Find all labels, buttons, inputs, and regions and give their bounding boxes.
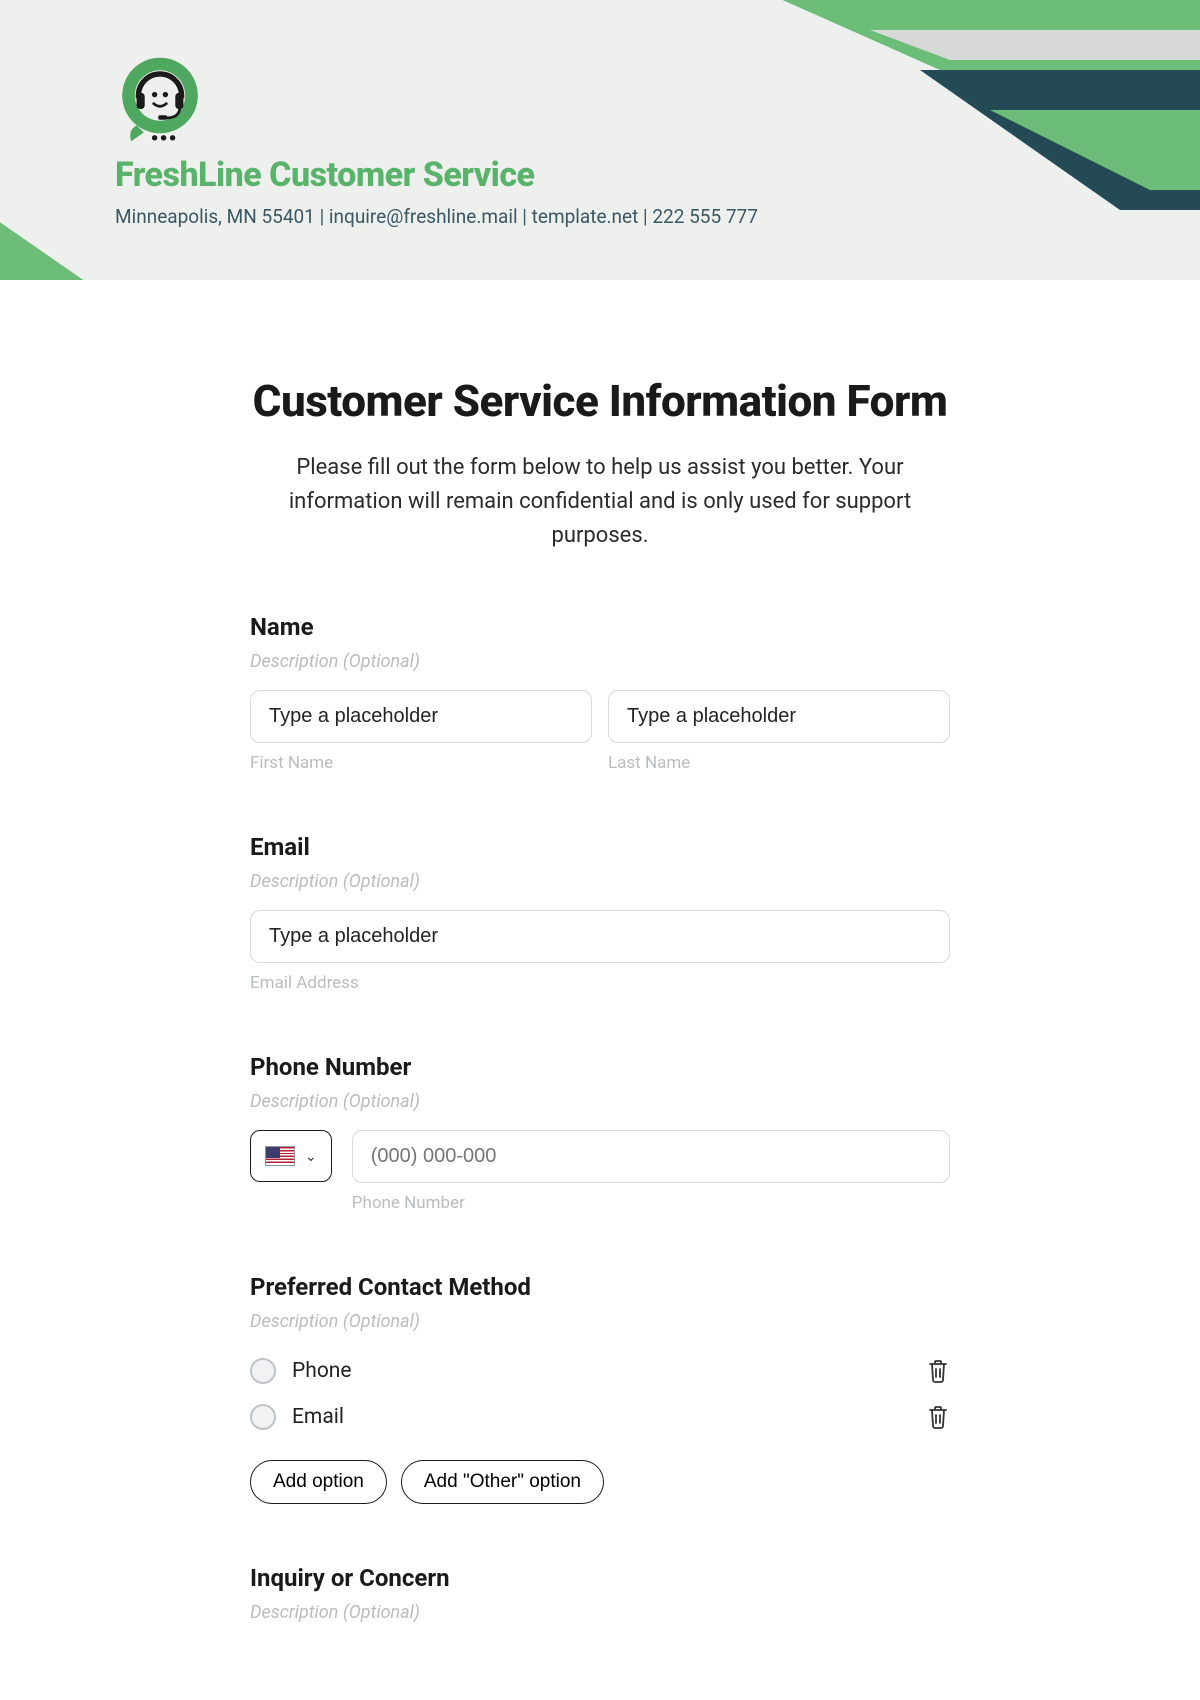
name-label: Name <box>250 613 950 641</box>
radio-phone[interactable] <box>250 1358 276 1384</box>
option-label-phone[interactable]: Phone <box>292 1359 352 1383</box>
add-other-option-button[interactable]: Add "Other" option <box>401 1460 604 1504</box>
us-flag-icon <box>265 1146 295 1166</box>
country-code-selector[interactable]: ⌄ <box>250 1130 332 1182</box>
page-header: FreshLine Customer Service Minneapolis, … <box>0 0 1200 280</box>
form-title: Customer Service Information Form <box>250 375 950 427</box>
company-name: FreshLine Customer Service <box>115 155 1200 195</box>
email-input[interactable] <box>250 910 950 963</box>
last-name-input[interactable] <box>608 690 950 743</box>
section-phone: Phone Number Description (Optional) ⌄ Ph… <box>250 1053 950 1213</box>
email-sublabel: Email Address <box>250 973 950 993</box>
headset-chat-icon <box>115 55 205 145</box>
phone-sublabel: Phone Number <box>352 1193 950 1213</box>
add-option-button[interactable]: Add option <box>250 1460 387 1504</box>
section-name: Name Description (Optional) First Name L… <box>250 613 950 773</box>
email-label: Email <box>250 833 950 861</box>
section-email: Email Description (Optional) Email Addre… <box>250 833 950 993</box>
inquiry-description[interactable]: Description (Optional) <box>250 1602 950 1623</box>
inquiry-label: Inquiry or Concern <box>250 1564 950 1592</box>
form-intro: Please fill out the form below to help u… <box>250 451 950 553</box>
option-row-email: Email <box>250 1394 950 1440</box>
option-label-email[interactable]: Email <box>292 1405 344 1429</box>
first-name-input[interactable] <box>250 690 592 743</box>
phone-label: Phone Number <box>250 1053 950 1081</box>
option-row-phone: Phone <box>250 1348 950 1394</box>
section-inquiry: Inquiry or Concern Description (Optional… <box>250 1564 950 1623</box>
first-name-sublabel: First Name <box>250 753 592 773</box>
form-container: Customer Service Information Form Please… <box>140 280 1060 1663</box>
company-contact-line: Minneapolis, MN 55401 | inquire@freshlin… <box>115 205 1200 228</box>
phone-description[interactable]: Description (Optional) <box>250 1091 950 1112</box>
brand-block: FreshLine Customer Service Minneapolis, … <box>115 55 1200 228</box>
email-description[interactable]: Description (Optional) <box>250 871 950 892</box>
trash-icon[interactable] <box>926 1404 950 1430</box>
last-name-sublabel: Last Name <box>608 753 950 773</box>
trash-icon[interactable] <box>926 1358 950 1384</box>
contact-method-label: Preferred Contact Method <box>250 1273 950 1301</box>
section-contact-method: Preferred Contact Method Description (Op… <box>250 1273 950 1504</box>
name-description[interactable]: Description (Optional) <box>250 651 950 672</box>
contact-method-description[interactable]: Description (Optional) <box>250 1311 950 1332</box>
chevron-down-icon: ⌄ <box>305 1148 317 1165</box>
radio-email[interactable] <box>250 1404 276 1430</box>
phone-input[interactable] <box>352 1130 950 1183</box>
